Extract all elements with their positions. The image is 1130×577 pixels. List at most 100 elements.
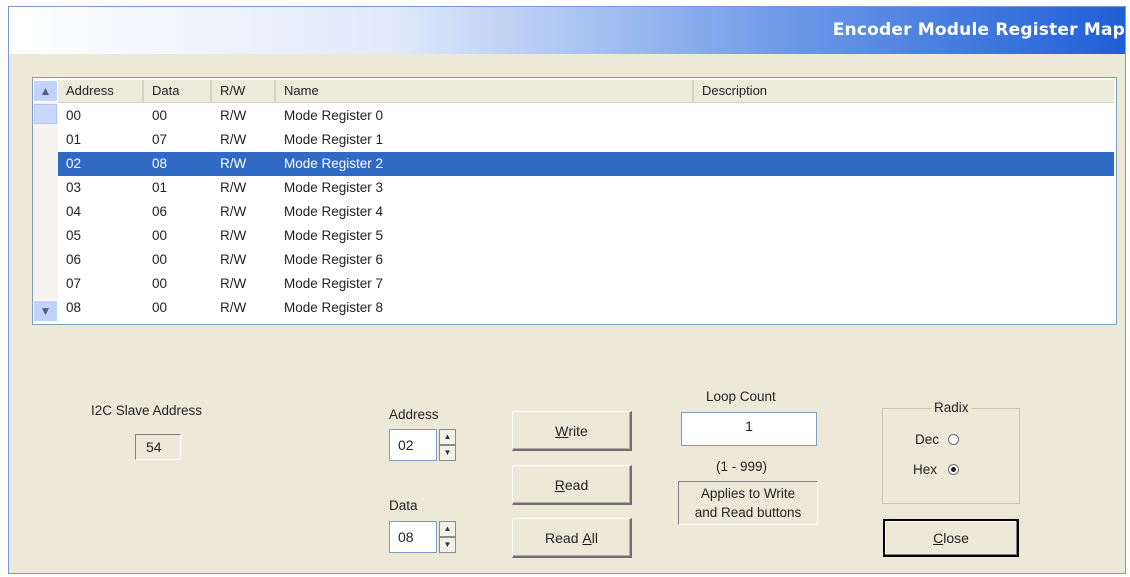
- table-row[interactable]: 06 00 R/W Mode Register 6: [58, 248, 1114, 272]
- cell-description: [694, 200, 1114, 224]
- i2c-slave-address-value: 54: [135, 434, 181, 460]
- data-field[interactable]: 08: [389, 521, 437, 553]
- cell-name: Mode Register 3: [284, 180, 384, 195]
- cell-address: 03: [66, 180, 82, 195]
- cell-address: 00: [66, 108, 82, 123]
- cell-address: 07: [66, 276, 82, 291]
- cell-data: 06: [152, 204, 168, 219]
- cell-description: [694, 272, 1114, 296]
- column-header-data[interactable]: Data: [144, 80, 212, 102]
- radix-hex-radio[interactable]: [948, 464, 959, 475]
- cell-rw: R/W: [220, 204, 247, 219]
- radix-group-label: Radix: [931, 400, 972, 415]
- cell-description: [694, 152, 1114, 176]
- column-header-address[interactable]: Address: [58, 80, 144, 102]
- spin-up-icon[interactable]: ▲: [439, 429, 456, 445]
- cell-data: 00: [152, 252, 168, 267]
- cell-name: Mode Register 4: [284, 204, 384, 219]
- cell-address: 02: [66, 156, 82, 171]
- table-row[interactable]: 03 01 R/W Mode Register 3: [58, 176, 1114, 200]
- cell-rw: R/W: [220, 132, 247, 147]
- cell-description: [694, 176, 1114, 200]
- spin-down-icon[interactable]: ▼: [439, 537, 456, 553]
- register-rows: 00 00 R/W Mode Register 0 01 07 R/W Mode Regist…: [58, 104, 1114, 320]
- radix-dec-radio[interactable]: [948, 434, 959, 445]
- read-button-label-post: ead: [564, 476, 589, 493]
- table-row[interactable]: 08 00 R/W Mode Register 8: [58, 296, 1114, 320]
- cell-description: [694, 248, 1114, 272]
- table-row[interactable]: 04 06 R/W Mode Register 4: [58, 200, 1114, 224]
- scrollbar-thumb[interactable]: [34, 104, 57, 124]
- cell-rw: R/W: [220, 156, 247, 171]
- cell-rw: R/W: [220, 108, 247, 123]
- close-button-hotkey: C: [933, 530, 944, 546]
- column-header-description[interactable]: Description: [694, 80, 1114, 102]
- spin-up-icon[interactable]: ▲: [439, 521, 456, 537]
- table-row[interactable]: 07 00 R/W Mode Register 7: [58, 272, 1114, 296]
- write-button-label-post: rite: [568, 422, 588, 439]
- address-label: Address: [389, 407, 439, 422]
- radix-group: [882, 408, 1020, 504]
- address-spinner[interactable]: ▲ ▼: [439, 429, 456, 461]
- window-title: Encoder Module Register Map: [832, 20, 1125, 40]
- cell-data: 08: [152, 156, 168, 171]
- cell-rw: R/W: [220, 180, 247, 195]
- cell-name: Mode Register 7: [284, 276, 384, 291]
- register-list[interactable]: ▲ ▼ Address Data R/W Name Description 00…: [32, 77, 1117, 325]
- cell-description: [694, 104, 1114, 128]
- loop-count-note-line1: Applies to Write: [700, 486, 796, 501]
- write-button[interactable]: Write: [512, 411, 632, 451]
- scroll-up-button[interactable]: ▲: [33, 80, 58, 102]
- cell-address: 01: [66, 132, 82, 147]
- address-field[interactable]: 02: [389, 429, 437, 461]
- read-all-button-label-post: ll: [591, 529, 598, 546]
- cell-rw: R/W: [220, 300, 247, 315]
- cell-rw: R/W: [220, 276, 247, 291]
- cell-rw: R/W: [220, 228, 247, 243]
- cell-description: [694, 224, 1114, 248]
- cell-name: Mode Register 0: [284, 108, 384, 123]
- radix-hex-label: Hex: [913, 462, 938, 477]
- column-header-name[interactable]: Name: [276, 80, 694, 102]
- cell-data: 00: [152, 300, 168, 315]
- cell-data: 01: [152, 180, 168, 195]
- chevron-down-icon: ▼: [39, 304, 52, 318]
- loop-count-field[interactable]: 1: [681, 412, 817, 446]
- data-label: Data: [389, 498, 418, 513]
- cell-address: 05: [66, 228, 82, 243]
- cell-name: Mode Register 1: [284, 132, 384, 147]
- cell-address: 06: [66, 252, 82, 267]
- register-map-window: Encoder Module Register Map ▲ ▼ Address …: [8, 6, 1126, 574]
- loop-count-note: Applies to Write and Read buttons: [678, 481, 818, 525]
- cell-description: [694, 128, 1114, 152]
- table-row[interactable]: 00 00 R/W Mode Register 0: [58, 104, 1114, 128]
- cell-data: 00: [152, 108, 168, 123]
- chevron-up-icon: ▲: [39, 84, 52, 98]
- cell-name: Mode Register 6: [284, 252, 384, 267]
- loop-count-note-line2: and Read buttons: [694, 505, 802, 520]
- column-header-rw[interactable]: R/W: [212, 80, 276, 102]
- data-spinner[interactable]: ▲ ▼: [439, 521, 456, 553]
- radix-dec-label: Dec: [915, 432, 940, 447]
- scroll-down-button[interactable]: ▼: [33, 300, 58, 322]
- cell-data: 07: [152, 132, 168, 147]
- cell-address: 04: [66, 204, 82, 219]
- table-row[interactable]: 02 08 R/W Mode Register 2: [58, 152, 1114, 176]
- table-row[interactable]: 05 00 R/W Mode Register 5: [58, 224, 1114, 248]
- list-header: Address Data R/W Name Description: [58, 80, 1114, 103]
- close-button[interactable]: Close: [883, 519, 1019, 557]
- cell-name: Mode Register 2: [284, 156, 384, 171]
- scrollbar-track[interactable]: [33, 102, 58, 300]
- cell-name: Mode Register 8: [284, 300, 384, 315]
- loop-count-range: (1 - 999): [716, 459, 768, 474]
- cell-rw: R/W: [220, 252, 247, 267]
- table-row[interactable]: 01 07 R/W Mode Register 1: [58, 128, 1114, 152]
- i2c-slave-address-label: I2C Slave Address: [91, 403, 203, 418]
- loop-count-label: Loop Count: [706, 389, 776, 404]
- read-all-button-label-pre: Read: [545, 529, 583, 546]
- close-button-label-post: lose: [943, 530, 969, 546]
- spin-down-icon[interactable]: ▼: [439, 445, 456, 461]
- read-button[interactable]: Read: [512, 465, 632, 505]
- read-all-button[interactable]: Read All: [512, 518, 632, 558]
- cell-data: 00: [152, 228, 168, 243]
